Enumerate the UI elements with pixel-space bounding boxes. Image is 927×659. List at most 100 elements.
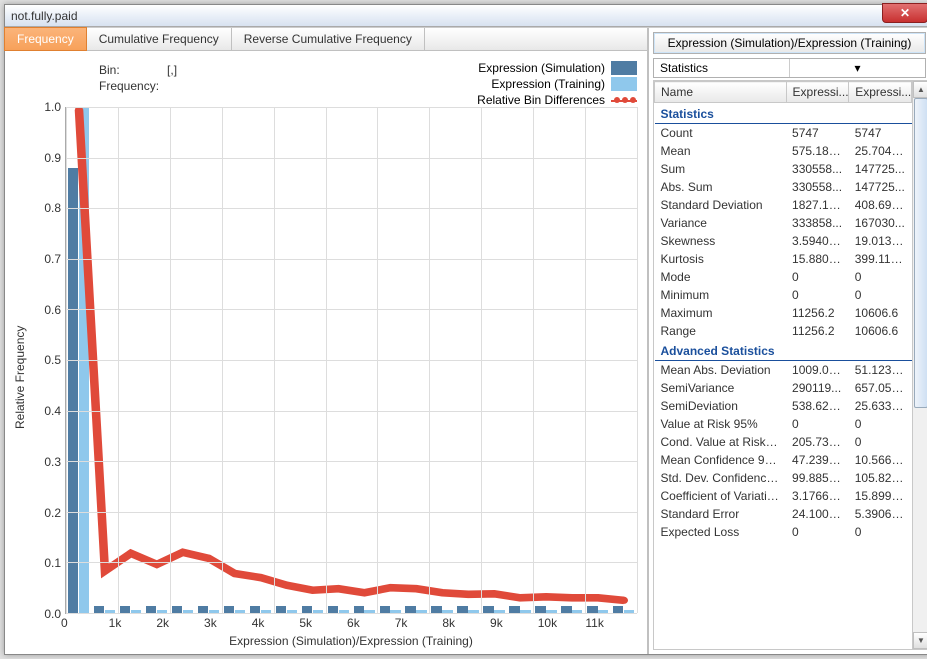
stats-dropdown-label: Statistics <box>654 59 789 77</box>
cell: 15.8994... <box>849 487 912 505</box>
table-row[interactable]: Std. Dev. Confidence...99.8854...105.820… <box>655 469 912 487</box>
cell: Mean <box>655 142 787 160</box>
table-row[interactable]: SemiDeviation538.627...25.6331... <box>655 397 912 415</box>
bin-value: [,] <box>167 63 183 77</box>
plot-grid[interactable] <box>65 107 637 614</box>
cell: 47.2398... <box>786 451 849 469</box>
cell: 147725... <box>849 178 912 196</box>
cell: Variance <box>655 214 787 232</box>
x-tick: 6k <box>347 616 395 630</box>
cell: 657.059... <box>849 379 912 397</box>
x-tick: 11k <box>585 616 633 630</box>
cell: 3.59403... <box>786 232 849 250</box>
x-tick: 2k <box>156 616 204 630</box>
cell: Kurtosis <box>655 250 787 268</box>
x-tick: 4k <box>252 616 300 630</box>
cell: 575.185... <box>786 142 849 160</box>
table-row[interactable]: Mode00 <box>655 268 912 286</box>
left-panel: Frequency Cumulative Frequency Reverse C… <box>5 28 648 654</box>
cell: 10.5663... <box>849 451 912 469</box>
scrollbar[interactable]: ▲ ▼ <box>912 81 927 649</box>
x-tick: 3k <box>204 616 252 630</box>
table-row[interactable]: Standard Error24.1003...5.39062... <box>655 505 912 523</box>
cell: 105.820... <box>849 469 912 487</box>
chart-region: Bin:[,] Frequency: Expression (Simulatio… <box>5 51 647 654</box>
window-body: Frequency Cumulative Frequency Reverse C… <box>5 27 927 654</box>
table-row[interactable]: Mean575.185...25.7048... <box>655 142 912 160</box>
stats-table: Name Expressi... Expressi... StatisticsC… <box>654 81 912 649</box>
table-row[interactable]: Mean Confidence 95%47.2398...10.5663... <box>655 451 912 469</box>
cell: Cond. Value at Risk 9... <box>655 433 787 451</box>
table-row[interactable]: Variance333858...167030... <box>655 214 912 232</box>
cell: 147725... <box>849 160 912 178</box>
stats-dropdown[interactable]: Statistics ▾ <box>653 58 926 78</box>
window-title: not.fully.paid <box>9 9 926 23</box>
close-icon: ✕ <box>900 6 910 20</box>
cell: 10606.6 <box>849 304 912 322</box>
table-row[interactable]: Minimum00 <box>655 286 912 304</box>
cell: Standard Error <box>655 505 787 523</box>
cell: 1009.05... <box>786 361 849 380</box>
cell: 19.0136... <box>849 232 912 250</box>
cell: 15.8801... <box>786 250 849 268</box>
legend-diff-label: Relative Bin Differences <box>477 93 605 107</box>
scroll-thumb[interactable] <box>914 98 927 408</box>
table-row[interactable]: Coefficient of Variation3.17668...15.899… <box>655 487 912 505</box>
col-expr-sim[interactable]: Expressi... <box>786 82 849 103</box>
x-tick: 8k <box>442 616 490 630</box>
legend-diff-swatch <box>611 93 637 107</box>
cell: 408.693... <box>849 196 912 214</box>
x-tick: 7k <box>395 616 443 630</box>
cell: 0 <box>849 433 912 451</box>
freq-label: Frequency: <box>99 79 165 93</box>
x-ticks: 01k2k3k4k5k6k7k8k9k10k11k <box>29 616 637 630</box>
table-row[interactable]: Maximum11256.210606.6 <box>655 304 912 322</box>
scroll-up-icon[interactable]: ▲ <box>913 81 927 98</box>
table-row[interactable]: Kurtosis15.8801...399.117... <box>655 250 912 268</box>
cell: 330558... <box>786 178 849 196</box>
table-row[interactable]: Abs. Sum330558...147725... <box>655 178 912 196</box>
scroll-track[interactable] <box>913 98 927 632</box>
cell: Abs. Sum <box>655 178 787 196</box>
x-tick: 0 <box>61 616 109 630</box>
cell: 205.738... <box>786 433 849 451</box>
col-expr-trn[interactable]: Expressi... <box>849 82 912 103</box>
cell: 99.8854... <box>786 469 849 487</box>
legend-sim-label: Expression (Simulation) <box>478 61 605 75</box>
tab-frequency[interactable]: Frequency <box>4 27 87 51</box>
table-row[interactable]: Mean Abs. Deviation1009.05...51.1233... <box>655 361 912 380</box>
cell: 0 <box>849 415 912 433</box>
tab-cumulative[interactable]: Cumulative Frequency <box>87 28 232 50</box>
table-row[interactable]: Standard Deviation1827.17...408.693... <box>655 196 912 214</box>
cell: Expected Loss <box>655 523 787 541</box>
cell: 5.39062... <box>849 505 912 523</box>
expression-toggle-button[interactable]: Expression (Simulation)/Expression (Trai… <box>653 32 926 54</box>
scroll-down-icon[interactable]: ▼ <box>913 632 927 649</box>
cell: Minimum <box>655 286 787 304</box>
cell: 399.117... <box>849 250 912 268</box>
table-row[interactable]: Count57475747 <box>655 124 912 143</box>
table-row[interactable]: SemiVariance290119...657.059... <box>655 379 912 397</box>
legend: Expression (Simulation) Expression (Trai… <box>477 61 637 109</box>
cell: 25.7048... <box>849 142 912 160</box>
right-panel: Expression (Simulation)/Expression (Trai… <box>648 28 927 654</box>
cell: 51.1233... <box>849 361 912 380</box>
cell: 10606.6 <box>849 322 912 340</box>
table-row[interactable]: Skewness3.59403...19.0136... <box>655 232 912 250</box>
table-row[interactable]: Value at Risk 95%00 <box>655 415 912 433</box>
cell: 5747 <box>849 124 912 143</box>
close-button[interactable]: ✕ <box>882 3 927 23</box>
y-axis-label: Relative Frequency <box>11 107 29 648</box>
window: not.fully.paid ✕ Frequency Cumulative Fr… <box>4 4 927 655</box>
table-row[interactable]: Range11256.210606.6 <box>655 322 912 340</box>
table-row[interactable]: Sum330558...147725... <box>655 160 912 178</box>
table-row[interactable]: Expected Loss00 <box>655 523 912 541</box>
cell: 5747 <box>786 124 849 143</box>
cell: 330558... <box>786 160 849 178</box>
x-tick: 9k <box>490 616 538 630</box>
col-name[interactable]: Name <box>655 82 787 103</box>
cell: Value at Risk 95% <box>655 415 787 433</box>
table-row[interactable]: Cond. Value at Risk 9...205.738...0 <box>655 433 912 451</box>
titlebar[interactable]: not.fully.paid ✕ <box>5 5 927 27</box>
tab-reverse-cumulative[interactable]: Reverse Cumulative Frequency <box>232 28 425 50</box>
